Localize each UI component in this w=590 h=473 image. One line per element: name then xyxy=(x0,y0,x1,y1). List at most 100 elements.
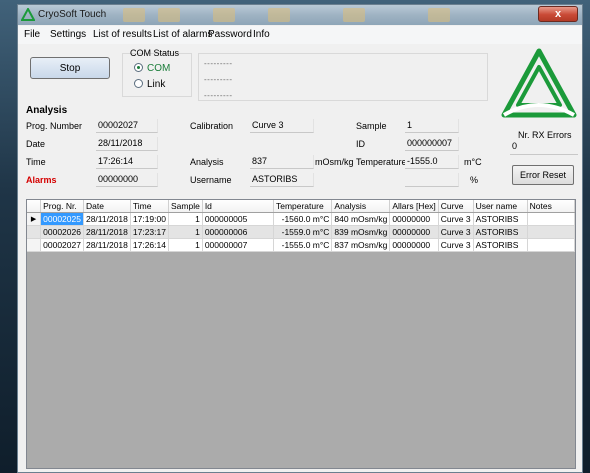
prog-number-label: Prog. Number xyxy=(26,121,83,131)
cell-date[interactable]: 28/11/2018 xyxy=(83,212,131,226)
cell-sample[interactable]: 1 xyxy=(168,225,203,239)
radio-com[interactable]: COM xyxy=(134,63,170,74)
cell-temperature[interactable]: -1560.0 m°C xyxy=(273,212,333,226)
table-row[interactable]: ▶ 00002025 28/11/2018 17:19:00 1 0000000… xyxy=(27,212,576,226)
cell-user-name[interactable]: ASTORIBS xyxy=(473,225,528,239)
cell-curve[interactable]: Curve 3 xyxy=(438,212,474,226)
table-row[interactable]: 00002026 28/11/2018 17:23:17 1 000000006… xyxy=(27,225,576,239)
window-title: CryoSoft Touch xyxy=(38,9,107,20)
col-header-time[interactable]: Time xyxy=(130,200,169,213)
analysis-label: Analysis xyxy=(190,157,224,167)
time-field: 17:26:14 xyxy=(96,155,158,169)
username-label: Username xyxy=(190,175,232,185)
cell-analysis[interactable]: 839 mOsm/kg xyxy=(331,225,391,239)
temperature-label: Temperature xyxy=(356,157,407,167)
analysis-value-field: 837 xyxy=(250,155,314,169)
col-header-analysis[interactable]: Analysis xyxy=(331,200,391,213)
titlebar-glow-decor xyxy=(428,8,450,22)
cell-time[interactable]: 17:23:17 xyxy=(130,225,169,239)
cell-id[interactable]: 000000007 xyxy=(202,238,274,252)
col-header-prog-nr[interactable]: Prog. Nr. xyxy=(40,200,84,213)
titlebar-glow-decor xyxy=(268,8,290,22)
cell-alarms-hex[interactable]: 00000000 xyxy=(389,225,439,239)
cell-date[interactable]: 28/11/2018 xyxy=(83,225,131,239)
menu-password[interactable]: Password xyxy=(208,29,252,40)
col-header-user-name[interactable]: User name xyxy=(473,200,528,213)
com-status-label: COM Status xyxy=(130,48,180,58)
row-header-cell xyxy=(27,238,42,252)
cell-alarms-hex[interactable]: 00000000 xyxy=(389,212,439,226)
prog-number-field: 00002027 xyxy=(96,119,158,133)
cell-alarms-hex[interactable]: 00000000 xyxy=(389,238,439,252)
col-header-date[interactable]: Date xyxy=(83,200,131,213)
col-header-sample[interactable]: Sample xyxy=(168,200,203,213)
table-row[interactable]: 00002027 28/11/2018 17:26:14 1 000000007… xyxy=(27,238,576,252)
col-header-temperature[interactable]: Temperature xyxy=(273,200,333,213)
radio-unselected-icon xyxy=(134,79,143,88)
cell-prog-nr[interactable]: 00002026 xyxy=(40,225,84,239)
username-field: ASTORIBS xyxy=(250,173,314,187)
row-header-cell xyxy=(27,225,42,239)
cell-curve[interactable]: Curve 3 xyxy=(438,225,474,239)
temperature-unit: m°C xyxy=(464,157,482,167)
rx-errors-field: 0 xyxy=(510,141,578,155)
cell-analysis[interactable]: 837 mOsm/kg xyxy=(331,238,391,252)
cell-prog-nr[interactable]: 00002025 xyxy=(40,212,84,226)
titlebar-glow-decor xyxy=(213,8,235,22)
analysis-section-title: Analysis xyxy=(26,105,68,116)
menu-info[interactable]: Info xyxy=(253,29,270,40)
menu-list-of-alarms[interactable]: List of alarms xyxy=(153,29,212,40)
cell-temperature[interactable]: -1559.0 m°C xyxy=(273,225,333,239)
cell-time[interactable]: 17:19:00 xyxy=(130,212,169,226)
menu-file[interactable]: File xyxy=(24,29,40,40)
results-grid[interactable]: Prog. Nr. Date Time Sample Id Temperatur… xyxy=(26,199,576,469)
row-header-corner xyxy=(27,200,42,213)
cell-notes[interactable] xyxy=(527,212,576,226)
cell-temperature[interactable]: -1555.0 m°C xyxy=(273,238,333,252)
error-reset-button[interactable]: Error Reset xyxy=(512,165,574,185)
sample-label: Sample xyxy=(356,121,387,131)
current-row-arrow-icon: ▶ xyxy=(27,212,42,226)
titlebar-glow-decor xyxy=(343,8,365,22)
cell-curve[interactable]: Curve 3 xyxy=(438,238,474,252)
app-window: CryoSoft Touch x File Settings List of r… xyxy=(17,4,583,473)
cell-id[interactable]: 000000005 xyxy=(202,212,274,226)
cell-prog-nr[interactable]: 00002027 xyxy=(40,238,84,252)
menu-settings[interactable]: Settings xyxy=(50,29,86,40)
menu-list-of-results[interactable]: List of results xyxy=(93,29,152,40)
temperature-field: -1555.0 xyxy=(405,155,459,169)
title-bar[interactable]: CryoSoft Touch x xyxy=(18,5,582,25)
cell-sample[interactable]: 1 xyxy=(168,238,203,252)
sample-field: 1 xyxy=(405,119,459,133)
alarms-field: 00000000 xyxy=(96,173,158,187)
col-header-curve[interactable]: Curve xyxy=(438,200,474,213)
col-header-notes[interactable]: Notes xyxy=(527,200,576,213)
cell-user-name[interactable]: ASTORIBS xyxy=(473,238,528,252)
cell-id[interactable]: 000000006 xyxy=(202,225,274,239)
col-header-id[interactable]: Id xyxy=(202,200,274,213)
status-line: --------- xyxy=(204,75,233,84)
company-logo-icon xyxy=(501,48,577,118)
date-field: 28/11/2018 xyxy=(96,137,158,151)
status-line: --------- xyxy=(204,91,233,100)
cell-sample[interactable]: 1 xyxy=(168,212,203,226)
col-header-alarms-hex[interactable]: Allars [Hex] xyxy=(389,200,439,213)
stop-button[interactable]: Stop xyxy=(30,57,110,79)
cell-notes[interactable] xyxy=(527,238,576,252)
id-field: 000000007 xyxy=(405,137,459,151)
time-label: Time xyxy=(26,157,46,167)
cell-date[interactable]: 28/11/2018 xyxy=(83,238,131,252)
cell-notes[interactable] xyxy=(527,225,576,239)
cell-time[interactable]: 17:26:14 xyxy=(130,238,169,252)
radio-link[interactable]: Link xyxy=(134,79,165,90)
calibration-field: Curve 3 xyxy=(250,119,314,133)
titlebar-glow-decor xyxy=(158,8,180,22)
radio-selected-icon xyxy=(134,63,143,72)
cell-analysis[interactable]: 840 mOsm/kg xyxy=(331,212,391,226)
app-logo-icon xyxy=(21,8,35,21)
percent-field xyxy=(405,173,459,187)
close-button[interactable]: x xyxy=(538,6,578,22)
status-group xyxy=(198,53,488,101)
percent-unit: % xyxy=(470,175,479,185)
cell-user-name[interactable]: ASTORIBS xyxy=(473,212,528,226)
